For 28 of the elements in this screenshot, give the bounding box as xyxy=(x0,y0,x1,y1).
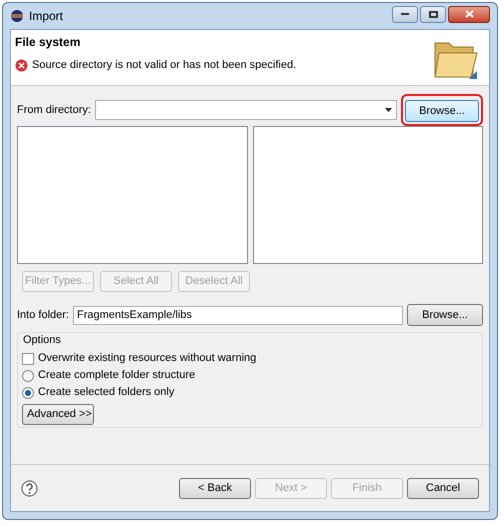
from-directory-label: From directory: xyxy=(17,102,91,118)
radio-button[interactable] xyxy=(22,386,34,398)
error-icon xyxy=(15,58,28,72)
radio-button[interactable] xyxy=(22,370,34,382)
browse-button[interactable]: Browse... xyxy=(407,304,483,326)
option-label: Overwrite existing resources without warning xyxy=(38,351,256,366)
error-message: Source directory is not valid or has not been specified. xyxy=(32,58,296,73)
minimize-button[interactable] xyxy=(392,6,418,22)
wizard-button[interactable]: Cancel xyxy=(407,478,479,498)
into-folder-label: Into folder: xyxy=(17,308,69,323)
options-title: Options xyxy=(23,333,62,348)
file-list-panel[interactable] xyxy=(252,126,483,264)
maximize-button[interactable] xyxy=(420,6,446,22)
wizard-button[interactable]: < Back xyxy=(179,478,251,498)
advanced-button[interactable]: Advanced >> xyxy=(22,404,94,424)
browse-button[interactable]: Browse... xyxy=(405,100,479,122)
app-icon xyxy=(10,9,24,23)
into-folder-field[interactable]: FragmentsExample/libs xyxy=(72,306,403,324)
close-button[interactable] xyxy=(448,6,490,22)
option-label: Create complete folder structure xyxy=(38,368,196,384)
help-icon[interactable] xyxy=(21,480,38,496)
close-icon xyxy=(464,10,474,18)
checkbox[interactable] xyxy=(22,352,34,364)
option-label: Create selected folders only xyxy=(38,385,174,400)
window-title: Import xyxy=(29,8,64,25)
page-title: File system xyxy=(15,34,82,51)
folder-tree-panel[interactable] xyxy=(17,126,248,264)
dropdown-arrow-icon xyxy=(385,108,392,112)
